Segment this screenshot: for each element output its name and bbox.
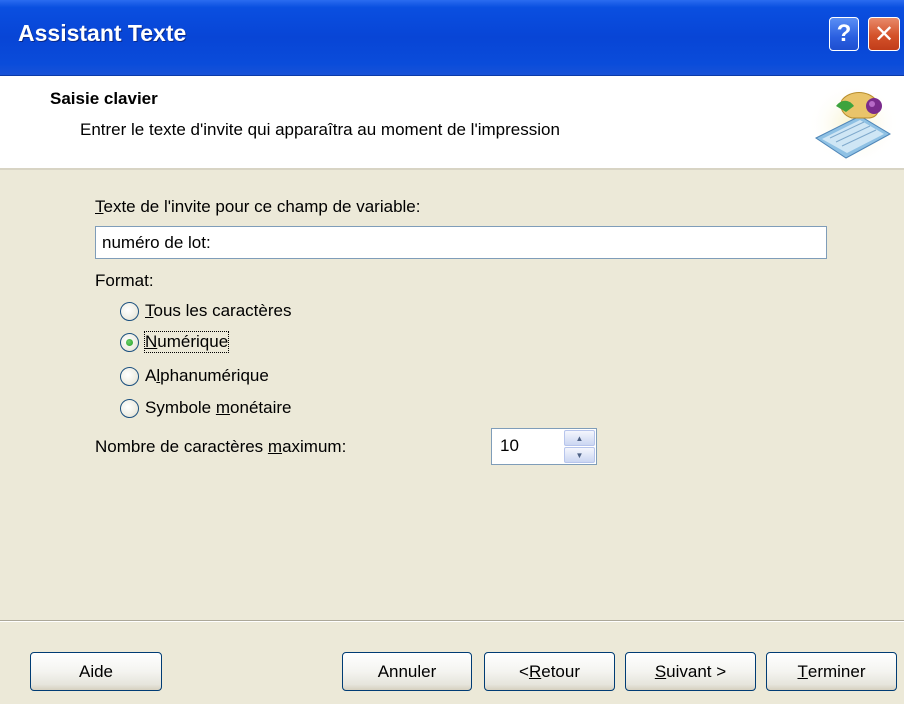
step-description: Entrer le texte d'invite qui apparaîtra … xyxy=(80,120,560,139)
radio-label: Tous les caractères xyxy=(145,301,292,320)
help-button[interactable]: Aide xyxy=(30,652,162,691)
radio-alphanumeric[interactable]: Alphanumérique xyxy=(120,364,269,388)
wizard-window: Assistant Texte ? ✕ Saisie clavier Entre… xyxy=(0,0,904,704)
radio-label: Numérique xyxy=(143,331,230,353)
radio-currency-symbol[interactable]: Symbole monétaire xyxy=(120,396,291,420)
max-chars-label: Nombre de caractères maximum: xyxy=(95,437,347,456)
radio-all-characters[interactable]: Tous les caractères xyxy=(120,299,291,323)
step-title: Saisie clavier xyxy=(50,89,158,108)
back-button[interactable]: < Retour xyxy=(484,652,615,691)
title-bar[interactable]: Assistant Texte ? ✕ xyxy=(0,0,904,76)
footer-divider xyxy=(0,620,904,622)
radio-icon[interactable] xyxy=(120,301,139,321)
prompt-text-input[interactable]: numéro de lot: xyxy=(95,226,827,259)
wizard-header: Saisie clavier Entrer le texte d'invite … xyxy=(0,76,904,170)
keyboard-hand-icon xyxy=(808,82,900,166)
spin-up-icon[interactable]: ▲ xyxy=(564,430,595,446)
format-label: Format: xyxy=(95,271,154,290)
radio-icon[interactable] xyxy=(120,398,139,418)
finish-button[interactable]: Terminer xyxy=(766,652,897,691)
max-chars-value[interactable]: 10 xyxy=(500,436,519,456)
window-title: Assistant Texte xyxy=(18,20,187,46)
cancel-button[interactable]: Annuler xyxy=(342,652,472,691)
help-icon[interactable]: ? xyxy=(829,17,859,51)
radio-checked-icon[interactable] xyxy=(120,332,139,352)
radio-label: Alphanumérique xyxy=(145,366,269,385)
radio-numeric[interactable]: Numérique xyxy=(120,330,230,354)
close-icon[interactable]: ✕ xyxy=(868,17,900,51)
next-button[interactable]: Suivant > xyxy=(625,652,756,691)
radio-icon[interactable] xyxy=(120,366,139,386)
radio-label: Symbole monétaire xyxy=(145,398,292,417)
prompt-label: Texte de l'invite pour ce champ de varia… xyxy=(95,197,421,216)
max-chars-spinner[interactable]: 10 ▲ ▼ xyxy=(491,428,597,465)
spin-down-icon[interactable]: ▼ xyxy=(564,447,595,463)
